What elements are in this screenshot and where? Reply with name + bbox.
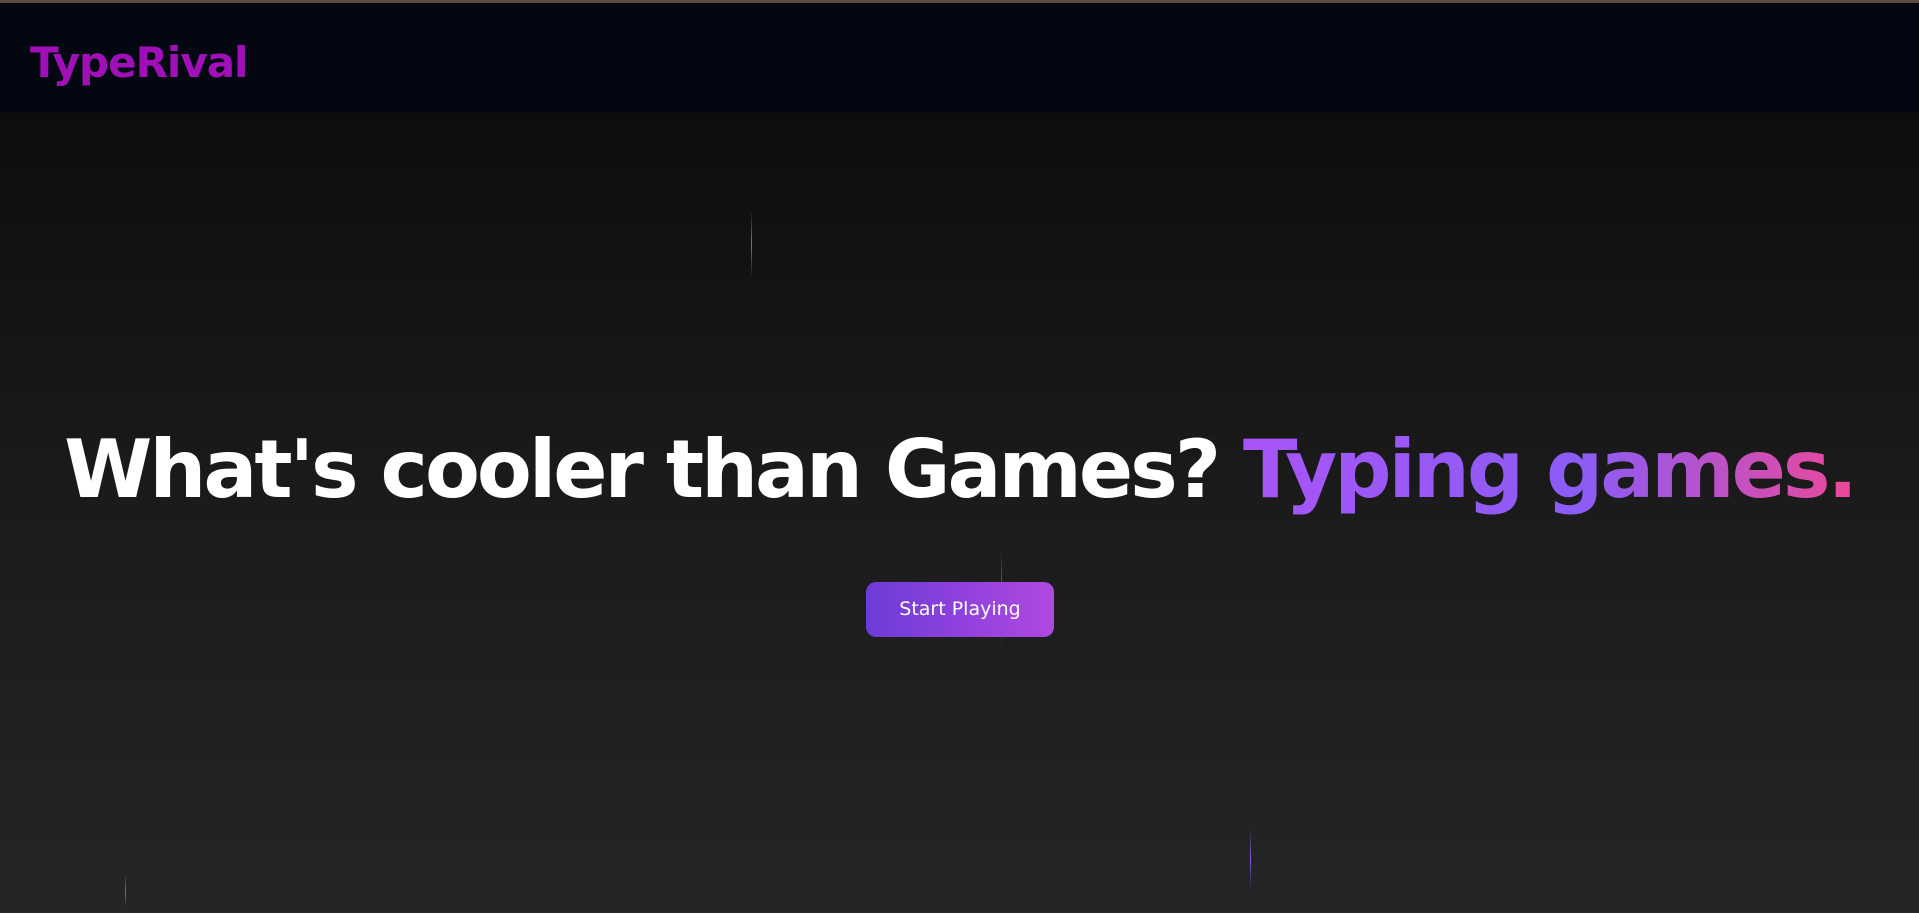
falling-streak bbox=[751, 210, 752, 278]
falling-streak bbox=[1250, 830, 1251, 888]
hero-headline: What's cooler than Games? Typing games. bbox=[0, 418, 1919, 522]
headline-plain-text: What's cooler than Games? bbox=[64, 423, 1243, 516]
start-playing-button[interactable]: Start Playing bbox=[866, 582, 1054, 637]
page: TypeRival What's cooler than Games? Typi… bbox=[0, 0, 1919, 914]
navbar: TypeRival bbox=[0, 3, 1919, 112]
falling-streak bbox=[125, 875, 126, 907]
headline-accent-text: Typing games. bbox=[1242, 423, 1858, 516]
brand-logo[interactable]: TypeRival bbox=[30, 37, 248, 89]
